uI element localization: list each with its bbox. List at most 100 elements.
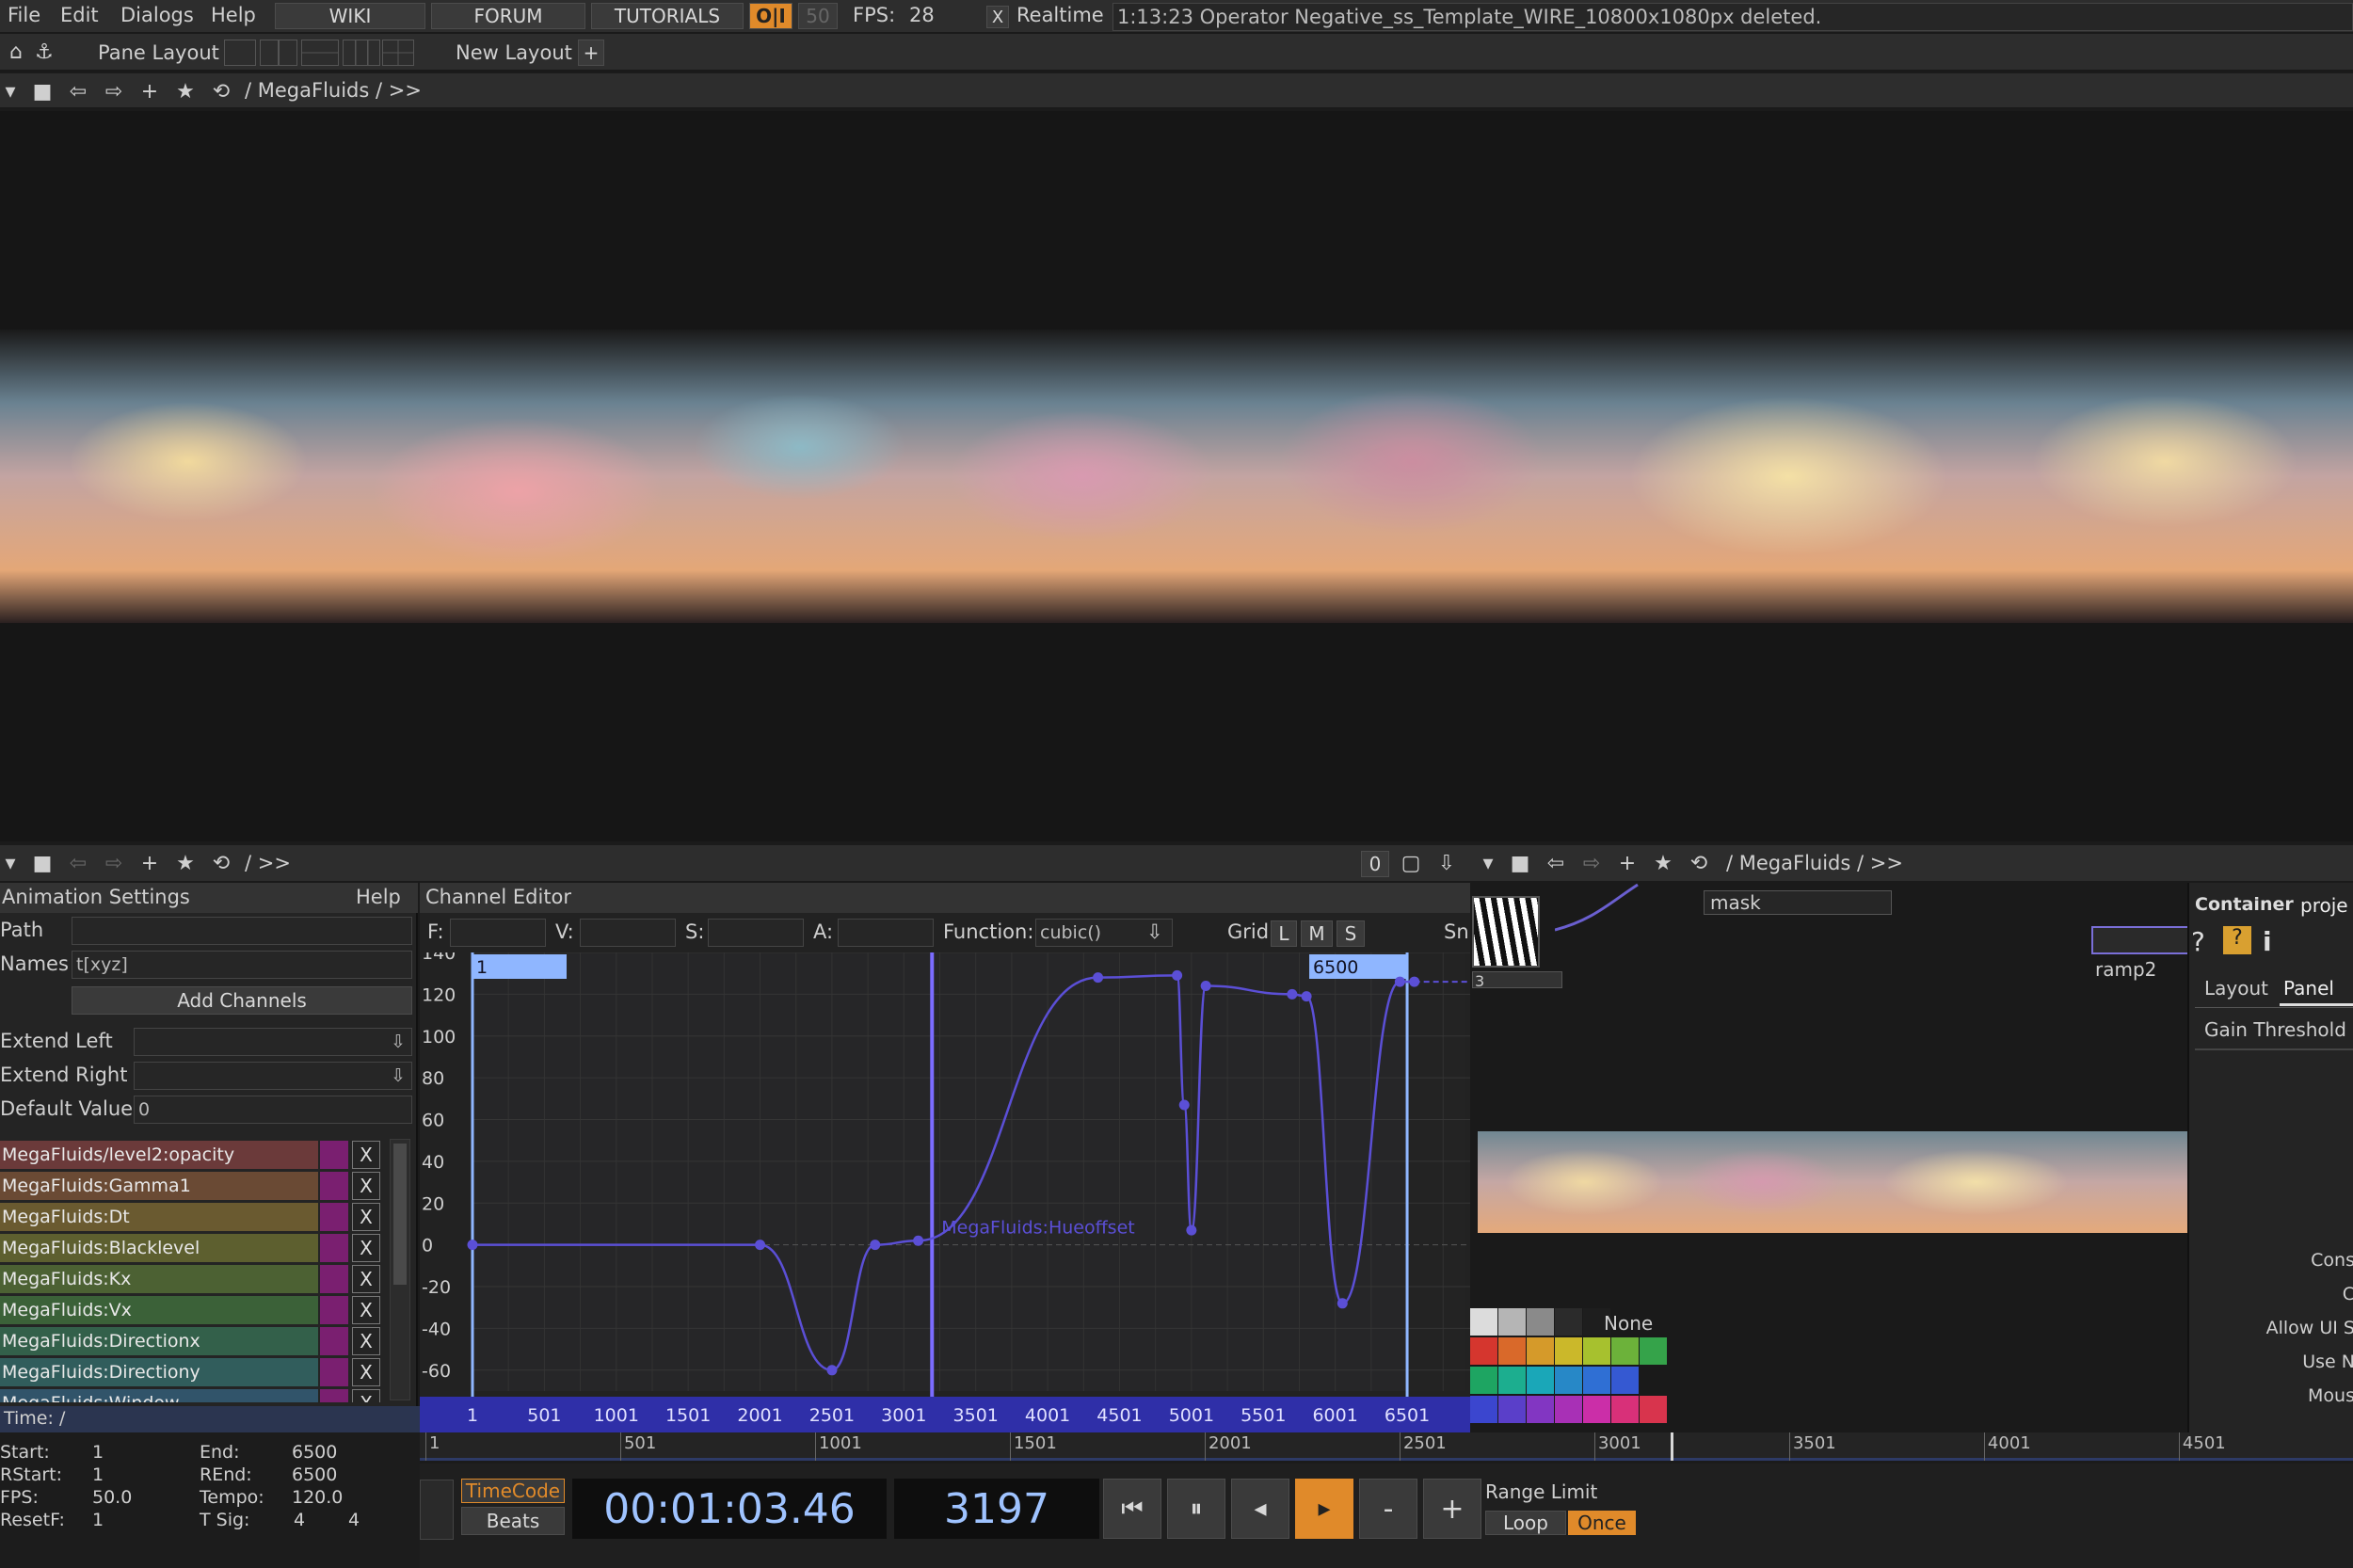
channel-row[interactable]: MegaFluids:Blacklevel — [0, 1234, 318, 1262]
fps-value[interactable]: 50.0 — [92, 1487, 132, 1508]
channel-color-swatch[interactable] — [320, 1389, 348, 1402]
forward-icon[interactable]: ⇨ — [98, 77, 130, 105]
palette-swatch[interactable] — [1555, 1308, 1582, 1336]
anchor-icon[interactable]: ⚓ — [28, 38, 60, 66]
layout-split-v-icon[interactable] — [260, 40, 297, 66]
download-icon[interactable]: ⇩ — [1431, 849, 1463, 877]
network-path[interactable]: / MegaFluids / >> — [1726, 852, 1903, 874]
extend-right-field[interactable]: ⇩ — [134, 1062, 412, 1090]
timeline-ruler[interactable]: 1 501 1001 1501 2001 2501 3001 3501 4001 4501 — [420, 1432, 2353, 1461]
remove-channel-button[interactable]: X — [352, 1141, 380, 1169]
end-value[interactable]: 6500 — [292, 1442, 337, 1463]
loop-button[interactable]: Loop — [1485, 1511, 1566, 1535]
plus-button[interactable]: + — [1423, 1479, 1481, 1539]
extend-left-field[interactable]: ⇩ — [134, 1028, 412, 1056]
palette-swatch[interactable] — [1583, 1367, 1610, 1394]
channel-color-swatch[interactable] — [320, 1358, 348, 1386]
palette-swatch[interactable] — [1527, 1367, 1554, 1394]
palette-swatch[interactable] — [1498, 1337, 1526, 1365]
stop-icon[interactable]: ■ — [1504, 849, 1536, 877]
channel-color-swatch[interactable] — [320, 1296, 348, 1324]
f-field[interactable] — [450, 919, 546, 947]
add-channels-button[interactable]: Add Channels — [72, 986, 412, 1015]
add-icon[interactable]: + — [1611, 849, 1643, 877]
bottom-left-path[interactable]: / >> — [245, 852, 291, 874]
oi-toggle[interactable]: O|I — [749, 3, 792, 29]
zero-button[interactable]: 0 — [1361, 851, 1389, 877]
palette-swatch[interactable] — [1527, 1337, 1554, 1365]
remove-channel-button[interactable]: X — [352, 1203, 380, 1231]
channel-color-swatch[interactable] — [320, 1327, 348, 1355]
layout-three-icon[interactable] — [343, 40, 380, 66]
tempo-value[interactable]: 120.0 — [292, 1487, 343, 1508]
back-icon[interactable]: ⇦ — [62, 849, 94, 877]
menu-file[interactable]: File — [8, 4, 40, 26]
viewer-pane[interactable] — [0, 111, 2353, 841]
palette-swatch[interactable] — [1555, 1367, 1582, 1394]
palette-none-label[interactable]: None — [1604, 1312, 1653, 1335]
star-icon[interactable]: ★ — [169, 77, 201, 105]
stop-icon[interactable]: ■ — [26, 849, 58, 877]
palette-swatch[interactable] — [1583, 1396, 1610, 1423]
menu-dialogs[interactable]: Dialogs — [120, 4, 194, 26]
channel-row[interactable]: MegaFluids:Kx — [0, 1265, 318, 1293]
channel-row[interactable]: MegaFluids:Gamma1 — [0, 1172, 318, 1200]
palette-swatch[interactable] — [1527, 1396, 1554, 1423]
start-value[interactable]: 1 — [92, 1442, 104, 1463]
pane-menu-icon[interactable]: ▾ — [1472, 849, 1504, 877]
home-icon[interactable]: ⌂ — [0, 38, 32, 66]
stop-icon[interactable]: ■ — [26, 77, 58, 105]
rstart-value[interactable]: 1 — [92, 1464, 104, 1485]
channel-row[interactable]: MegaFluids:Vx — [0, 1296, 318, 1324]
palette-swatch[interactable] — [1527, 1308, 1554, 1336]
tsig-value-b[interactable]: 4 — [348, 1510, 360, 1530]
channel-color-swatch[interactable] — [320, 1203, 348, 1231]
grid-m-button[interactable]: M — [1301, 920, 1333, 947]
forward-icon[interactable]: ⇨ — [1576, 849, 1608, 877]
wiki-button[interactable]: WIKI — [275, 3, 425, 29]
node-fluid-thumbnail[interactable] — [1478, 1131, 2189, 1233]
layout-quad-icon[interactable] — [382, 40, 414, 66]
names-field[interactable]: t[xyz] — [72, 951, 412, 979]
forward-icon[interactable]: ⇨ — [98, 849, 130, 877]
menu-edit[interactable]: Edit — [60, 4, 99, 26]
step-back-icon[interactable]: ◂ — [1231, 1479, 1289, 1539]
forum-button[interactable]: FORUM — [431, 3, 585, 29]
rend-value[interactable]: 6500 — [292, 1464, 337, 1485]
tsig-value-a[interactable]: 4 — [294, 1510, 305, 1530]
v-field[interactable] — [580, 919, 676, 947]
view-icon[interactable]: ⟲ — [1683, 849, 1715, 877]
dropdown-icon[interactable]: ⇩ — [391, 1032, 406, 1052]
view-icon[interactable]: ⟲ — [205, 77, 237, 105]
layout-split-h-icon[interactable] — [301, 40, 339, 66]
palette-swatch[interactable] — [1611, 1337, 1639, 1365]
remove-channel-button[interactable]: X — [352, 1172, 380, 1200]
resetf-value[interactable]: 1 — [92, 1510, 104, 1530]
palette-swatch[interactable] — [1640, 1396, 1667, 1423]
remove-channel-button[interactable]: X — [352, 1327, 380, 1355]
menu-help[interactable]: Help — [211, 4, 256, 26]
frame-icon[interactable]: ▢ — [1395, 849, 1427, 877]
add-icon[interactable]: + — [134, 77, 166, 105]
channel-row[interactable]: MegaFluids:Directionx — [0, 1327, 318, 1355]
new-layout-button[interactable]: + — [578, 40, 604, 66]
layout-single-icon[interactable] — [224, 40, 256, 66]
dropdown-icon[interactable]: ⇩ — [391, 1065, 406, 1086]
timecode-button[interactable]: TimeCode — [461, 1479, 565, 1503]
pane-menu-icon[interactable]: ▾ — [0, 849, 26, 877]
beats-button[interactable]: Beats — [461, 1507, 565, 1535]
network-editor[interactable]: 3 mask ramp2 None — [1470, 883, 2189, 1432]
minus-button[interactable]: - — [1359, 1479, 1417, 1539]
palette-swatch[interactable] — [1555, 1337, 1582, 1365]
fifty-button[interactable]: 50 — [798, 3, 838, 29]
back-icon[interactable]: ⇦ — [1540, 849, 1572, 877]
mask-node[interactable]: mask — [1704, 890, 1892, 915]
remove-channel-button[interactable]: X — [352, 1358, 380, 1386]
palette-swatch[interactable] — [1470, 1396, 1497, 1423]
animation-settings-help[interactable]: Help — [356, 886, 401, 908]
s-field[interactable] — [708, 919, 804, 947]
palette-swatch[interactable] — [1583, 1337, 1610, 1365]
channel-row[interactable]: MegaFluids:Dt — [0, 1203, 318, 1231]
remove-channel-button[interactable]: X — [352, 1389, 380, 1402]
palette-swatch[interactable] — [1498, 1308, 1526, 1336]
